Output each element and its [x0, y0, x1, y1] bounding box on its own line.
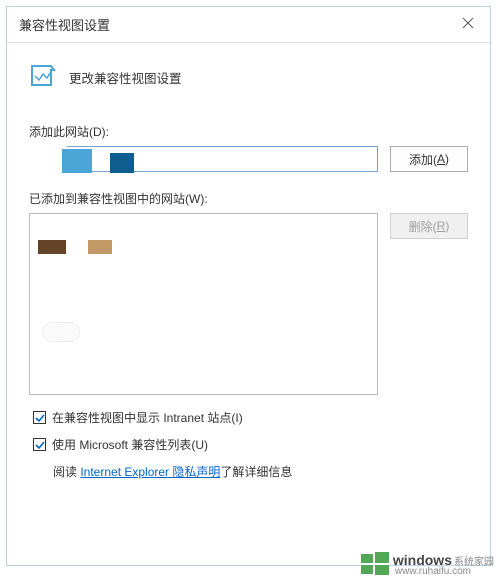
windows-logo-icon	[361, 551, 389, 578]
intranet-checkbox-row: 在兼容性视图中显示 Intranet 站点(I)	[33, 409, 468, 426]
intranet-checkbox-label: 在兼容性视图中显示 Intranet 站点(I)	[52, 409, 243, 426]
website-url-input[interactable]	[29, 146, 378, 172]
microsoft-list-checkbox-label: 使用 Microsoft 兼容性列表(U)	[52, 436, 208, 453]
add-website-row: 添加(A)	[29, 146, 468, 172]
compatibility-view-dialog: 兼容性视图设置 更改兼容性视图设置 添加此网站(D): 添加(A)	[6, 6, 491, 566]
privacy-statement-row: 阅读 Internet Explorer 隐私声明了解详细信息	[53, 463, 468, 480]
dialog-title: 兼容性视图设置	[19, 15, 110, 34]
header-text: 更改兼容性视图设置	[69, 68, 182, 87]
redacted-item	[42, 322, 80, 342]
titlebar: 兼容性视图设置	[7, 7, 490, 43]
add-website-label: 添加此网站(D):	[29, 123, 468, 140]
check-icon	[35, 413, 45, 423]
add-button[interactable]: 添加(A)	[390, 146, 468, 172]
added-websites-listbox[interactable]	[29, 213, 378, 395]
check-icon	[35, 440, 45, 450]
close-icon	[462, 17, 474, 29]
watermark: windows系统家园 www.ruhaifu.com	[361, 551, 494, 578]
microsoft-list-checkbox[interactable]	[33, 438, 46, 451]
privacy-link[interactable]: Internet Explorer 隐私声明	[80, 465, 220, 479]
header-section: 更改兼容性视图设置	[29, 63, 468, 91]
microsoft-list-checkbox-row: 使用 Microsoft 兼容性列表(U)	[33, 436, 468, 453]
added-websites-row: 删除(R)	[29, 213, 468, 395]
added-websites-label: 已添加到兼容性视图中的网站(W):	[29, 190, 468, 207]
remove-button: 删除(R)	[390, 213, 468, 239]
close-button[interactable]	[458, 16, 478, 34]
intranet-checkbox[interactable]	[33, 411, 46, 424]
compatibility-icon	[29, 63, 57, 91]
dialog-content: 更改兼容性视图设置 添加此网站(D): 添加(A) 已添加到兼容性视图中的网站(…	[7, 43, 490, 508]
